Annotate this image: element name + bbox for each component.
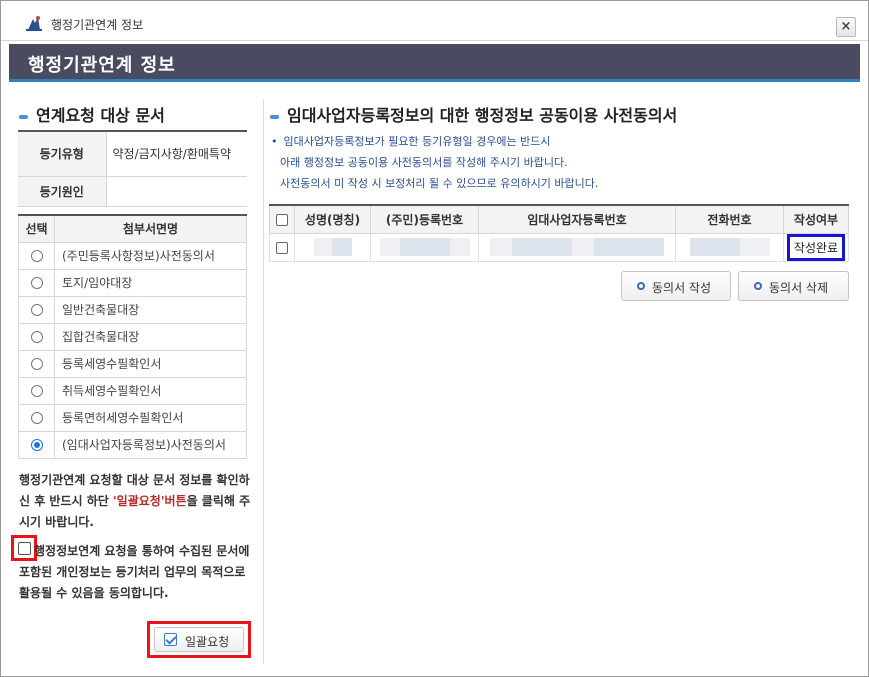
notice-highlight: '일괄요청'버튼	[113, 494, 187, 508]
delete-consent-button[interactable]: 동의서 삭제	[738, 271, 849, 301]
delete-consent-label: 동의서 삭제	[769, 281, 829, 295]
check-icon	[164, 633, 177, 646]
doc-row[interactable]: 등록세영수필확인서	[18, 349, 247, 378]
doc-radio[interactable]	[30, 412, 43, 424]
cell-name-redacted	[294, 232, 371, 262]
col-header-name: 성명(명칭)	[294, 205, 371, 234]
app-logo-icon	[26, 16, 42, 31]
bullet-dot-icon: •	[271, 135, 278, 148]
consent-table: 성명(명칭) (주민)등록번호 임대사업자등록번호 전화번호 작성여부 작성완료	[269, 204, 849, 262]
redacted-block	[512, 238, 572, 256]
doc-radio[interactable]	[30, 304, 43, 316]
doc-row[interactable]: 등록면허세영수필확인서	[18, 403, 247, 432]
page-header: 행정기관연계 정보	[9, 44, 860, 82]
redacted-block	[331, 238, 352, 256]
note-line: 임대사업자등록정보가 필요한 등기유형일 경우에는 반드시	[283, 135, 551, 148]
redacted-block	[399, 238, 450, 256]
doc-radio-selected[interactable]	[30, 439, 43, 451]
cell-business-no-redacted	[478, 232, 676, 262]
doc-name: (주민등록사항정보)사전동의서	[54, 241, 247, 270]
doc-radio[interactable]	[30, 358, 43, 370]
doc-table-header: 선택 첨부서면명	[18, 215, 247, 243]
window-title: 행정기관연계 정보	[51, 18, 144, 32]
col-header-select: 선택	[18, 215, 55, 243]
doc-name: 취득세영수필확인서	[54, 376, 247, 405]
doc-row[interactable]: (주민등록사항정보)사전동의서	[18, 241, 247, 270]
doc-radio[interactable]	[30, 277, 43, 289]
info-value: 약정/금지사항/환매특약	[106, 131, 247, 177]
dialog-window: 행정기관연계 정보 × 행정기관연계 정보 연계요청 대상 문서 등기유형 약정…	[0, 0, 869, 677]
info-value	[106, 176, 247, 207]
doc-name: 등록세영수필확인서	[54, 349, 247, 378]
request-notice: 행정기관연계 요청할 대상 문서 정보를 확인하신 후 반드시 하단 '일괄요청…	[19, 470, 251, 533]
close-button[interactable]: ×	[836, 17, 856, 37]
col-header-business-no: 임대사업자등록번호	[478, 205, 676, 234]
redacted-block	[572, 238, 594, 256]
redacted-block	[594, 238, 664, 256]
right-section-title-text: 임대사업자등록정보의 대한 행정정보 공동이용 사전동의서	[287, 106, 678, 125]
write-consent-button[interactable]: 동의서 작성	[621, 271, 731, 301]
info-label: 등기유형	[18, 131, 107, 177]
status-badge: 작성완료	[786, 233, 846, 261]
panel-divider	[263, 99, 264, 664]
right-section-title: 임대사업자등록정보의 대한 행정정보 공동이용 사전동의서	[270, 102, 677, 126]
doc-radio[interactable]	[30, 250, 43, 262]
doc-name: 토지/임야대장	[54, 268, 247, 297]
cell-reg-no-redacted	[370, 232, 479, 262]
section-bullet-icon	[19, 114, 28, 119]
redacted-block	[449, 238, 470, 256]
doc-row[interactable]: 집합건축물대장	[18, 322, 247, 351]
title-bar: 행정기관연계 정보 ×	[1, 1, 868, 41]
redacted-block	[490, 238, 512, 256]
doc-row[interactable]: (임대사업자등록정보)사전동의서	[18, 430, 247, 459]
cell-status: 작성완료	[783, 232, 849, 262]
doc-name: 등록면허세영수필확인서	[54, 403, 247, 432]
redacted-block	[739, 238, 770, 256]
col-header-phone: 전화번호	[675, 205, 784, 234]
circle-bullet-icon	[754, 282, 762, 290]
circle-bullet-icon	[637, 282, 645, 290]
doc-row[interactable]: 토지/임야대장	[18, 268, 247, 297]
doc-row[interactable]: 일반건축물대장	[18, 295, 247, 324]
redacted-block	[379, 238, 400, 256]
doc-radio[interactable]	[30, 331, 43, 343]
bulk-request-highlight: 일괄요청	[147, 621, 251, 658]
agree-text: 행정정보연계 요청을 통하여 수집된 문서에 포함된 개인정보는 등기처리 업무…	[19, 544, 250, 600]
attachment-doc-table: 선택 첨부서면명 (주민등록사항정보)사전동의서 토지/임야대장 일반건축물대장…	[18, 214, 247, 459]
row-checkbox[interactable]	[276, 241, 288, 254]
left-section-title-text: 연계요청 대상 문서	[36, 106, 165, 125]
select-all-checkbox[interactable]	[276, 213, 288, 226]
doc-radio[interactable]	[30, 385, 43, 397]
info-label: 등기원인	[18, 176, 107, 207]
doc-name: 일반건축물대장	[54, 295, 247, 324]
cell-phone-redacted	[675, 232, 784, 262]
registration-info-table: 등기유형 약정/금지사항/환매특약 등기원인	[18, 130, 247, 207]
table-row[interactable]: 작성완료	[269, 232, 849, 262]
info-row: 등기유형 약정/금지사항/환매특약	[18, 131, 247, 177]
redacted-block	[313, 238, 332, 256]
section-bullet-icon	[270, 114, 279, 119]
redacted-block	[689, 238, 740, 256]
col-header-reg-no: (주민)등록번호	[370, 205, 479, 234]
col-header-status: 작성여부	[783, 205, 849, 234]
consent-table-header: 성명(명칭) (주민)등록번호 임대사업자등록번호 전화번호 작성여부	[269, 205, 849, 234]
doc-row[interactable]: 취득세영수필확인서	[18, 376, 247, 405]
note-line: 사전동의서 미 작성 시 보정처리 될 수 있으므로 유의하시기 바랍니다.	[280, 177, 599, 190]
consent-notes: • 임대사업자등록정보가 필요한 등기유형일 경우에는 반드시 아래 행정정보 공…	[271, 131, 598, 194]
doc-name: 집합건축물대장	[54, 322, 247, 351]
doc-name: (임대사업자등록정보)사전동의서	[54, 430, 247, 459]
bulk-request-label: 일괄요청	[185, 635, 230, 649]
info-row: 등기원인	[18, 176, 247, 207]
note-line: 아래 행정정보 공동이용 사전동의서를 작성해 주시기 바랍니다.	[280, 156, 568, 169]
bulk-request-button[interactable]: 일괄요청	[154, 627, 244, 652]
page-title: 행정기관연계 정보	[28, 55, 176, 76]
write-consent-label: 동의서 작성	[652, 281, 712, 295]
left-section-title: 연계요청 대상 문서	[19, 102, 165, 126]
col-header-doc-name: 첨부서면명	[54, 215, 247, 243]
